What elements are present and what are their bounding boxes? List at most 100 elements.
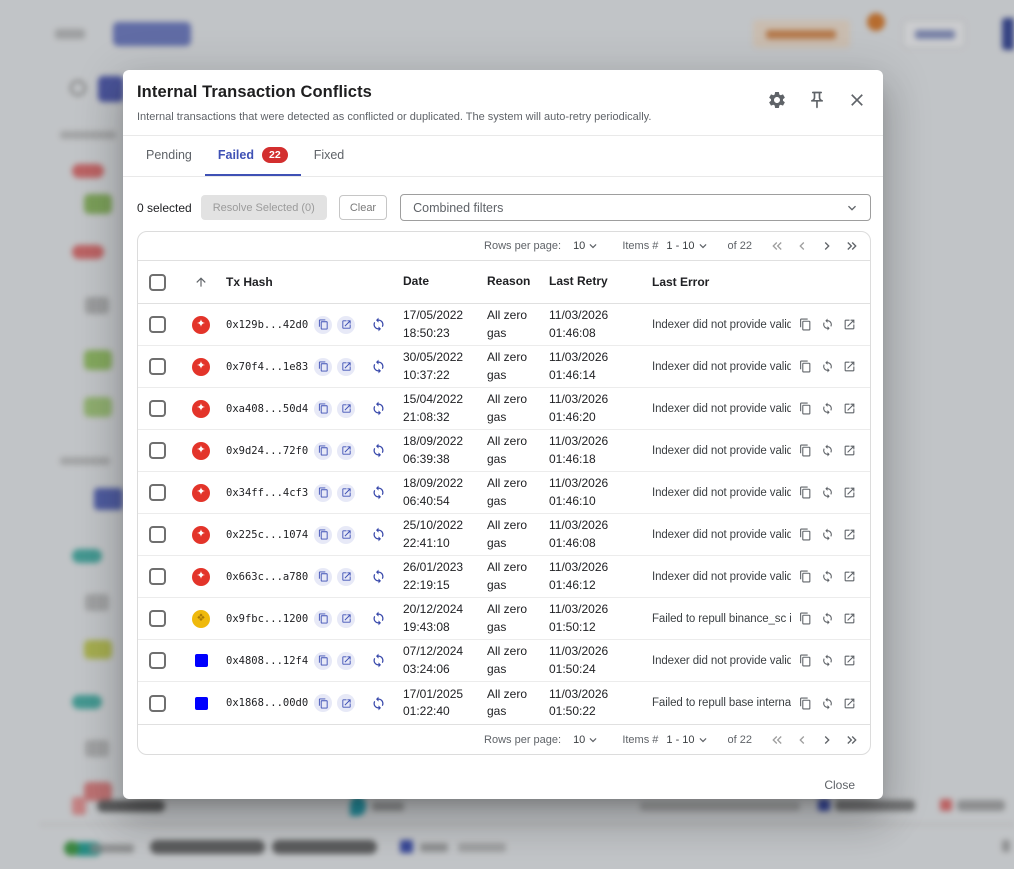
retry-row-button[interactable] <box>821 654 834 667</box>
retry-row-button[interactable] <box>821 570 834 583</box>
copy-hash-button[interactable] <box>314 316 332 334</box>
close-icon-button[interactable] <box>847 90 867 110</box>
open-explorer-button[interactable] <box>337 694 355 712</box>
open-row-button[interactable] <box>843 612 856 625</box>
open-row-button[interactable] <box>843 697 856 710</box>
next-page-button[interactable] <box>814 234 839 258</box>
open-explorer-button[interactable] <box>337 358 355 376</box>
copy-error-button[interactable] <box>799 528 812 541</box>
row-checkbox[interactable] <box>149 526 166 543</box>
retry-transaction-button[interactable] <box>371 317 386 332</box>
open-explorer-button[interactable] <box>337 400 355 418</box>
retry-row-button[interactable] <box>821 360 834 373</box>
pin-button[interactable] <box>807 90 827 110</box>
tab-fixed[interactable]: Fixed <box>301 136 358 176</box>
open-row-button[interactable] <box>843 318 856 331</box>
row-checkbox[interactable] <box>149 695 166 712</box>
open-explorer-button[interactable] <box>337 652 355 670</box>
copy-error-button[interactable] <box>799 360 812 373</box>
copy-hash-button[interactable] <box>314 484 332 502</box>
retry-transaction-button[interactable] <box>371 359 386 374</box>
last-page-button[interactable] <box>839 728 864 752</box>
row-checkbox[interactable] <box>149 442 166 459</box>
retry-transaction-button[interactable] <box>371 696 386 711</box>
last-page-button[interactable] <box>839 234 864 258</box>
row-checkbox[interactable] <box>149 358 166 375</box>
copy-error-button[interactable] <box>799 402 812 415</box>
retry-row-button[interactable] <box>821 528 834 541</box>
rows-per-page-select[interactable]: 10 <box>573 733 600 747</box>
date-cell: 30/05/2022 10:37:22 <box>403 349 487 384</box>
copy-hash-button[interactable] <box>314 568 332 586</box>
copy-hash-button[interactable] <box>314 610 332 628</box>
copy-error-button[interactable] <box>799 570 812 583</box>
copy-icon <box>799 444 812 457</box>
resolve-selected-button[interactable]: Resolve Selected (0) <box>201 195 327 220</box>
external-link-icon <box>843 570 856 583</box>
open-row-button[interactable] <box>843 360 856 373</box>
copy-hash-button[interactable] <box>314 526 332 544</box>
select-all-checkbox[interactable] <box>149 274 166 291</box>
retry-row-button[interactable] <box>821 486 834 499</box>
retry-transaction-button[interactable] <box>371 401 386 416</box>
open-row-button[interactable] <box>843 402 856 415</box>
clear-button[interactable]: Clear <box>339 195 387 220</box>
copy-hash-button[interactable] <box>314 442 332 460</box>
copy-hash-button[interactable] <box>314 652 332 670</box>
time-value: 22:41:10 <box>403 535 487 552</box>
open-explorer-button[interactable] <box>337 442 355 460</box>
close-button[interactable]: Close <box>816 774 863 796</box>
copy-error-button[interactable] <box>799 444 812 457</box>
row-checkbox[interactable] <box>149 316 166 333</box>
retry-transaction-button[interactable] <box>371 653 386 668</box>
retry-row-button[interactable] <box>821 402 834 415</box>
sort-button[interactable] <box>194 275 208 289</box>
open-explorer-button[interactable] <box>337 610 355 628</box>
row-checkbox[interactable] <box>149 400 166 417</box>
rows-per-page-select[interactable]: 10 <box>573 239 600 253</box>
previous-page-button[interactable] <box>789 728 814 752</box>
copy-error-button[interactable] <box>799 612 812 625</box>
chevron-right-icon <box>819 732 835 748</box>
retry-row-button[interactable] <box>821 697 834 710</box>
row-checkbox[interactable] <box>149 484 166 501</box>
first-page-button[interactable] <box>764 234 789 258</box>
copy-hash-button[interactable] <box>314 400 332 418</box>
previous-page-button[interactable] <box>789 234 814 258</box>
retry-row-button[interactable] <box>821 444 834 457</box>
items-range-select[interactable]: 1 - 10 <box>666 733 709 747</box>
open-row-button[interactable] <box>843 486 856 499</box>
next-page-button[interactable] <box>814 728 839 752</box>
copy-hash-button[interactable] <box>314 694 332 712</box>
copy-error-button[interactable] <box>799 697 812 710</box>
row-checkbox[interactable] <box>149 568 166 585</box>
open-row-button[interactable] <box>843 654 856 667</box>
retry-transaction-button[interactable] <box>371 611 386 626</box>
copy-error-button[interactable] <box>799 654 812 667</box>
retry-transaction-button[interactable] <box>371 485 386 500</box>
copy-error-button[interactable] <box>799 318 812 331</box>
open-explorer-button[interactable] <box>337 568 355 586</box>
row-checkbox[interactable] <box>149 610 166 627</box>
items-range-select[interactable]: 1 - 10 <box>666 239 709 253</box>
external-link-icon <box>843 318 856 331</box>
settings-button[interactable] <box>767 90 787 110</box>
first-page-button[interactable] <box>764 728 789 752</box>
open-row-button[interactable] <box>843 444 856 457</box>
copy-error-button[interactable] <box>799 486 812 499</box>
tab-pending[interactable]: Pending <box>133 136 205 176</box>
retry-transaction-button[interactable] <box>371 527 386 542</box>
copy-hash-button[interactable] <box>314 358 332 376</box>
open-explorer-button[interactable] <box>337 526 355 544</box>
open-row-button[interactable] <box>843 570 856 583</box>
retry-row-button[interactable] <box>821 318 834 331</box>
retry-transaction-button[interactable] <box>371 443 386 458</box>
open-explorer-button[interactable] <box>337 484 355 502</box>
open-explorer-button[interactable] <box>337 316 355 334</box>
retry-transaction-button[interactable] <box>371 569 386 584</box>
open-row-button[interactable] <box>843 528 856 541</box>
tab-failed[interactable]: Failed 22 <box>205 136 301 176</box>
row-checkbox[interactable] <box>149 652 166 669</box>
retry-row-button[interactable] <box>821 612 834 625</box>
combined-filters-select[interactable]: Combined filters <box>400 194 871 221</box>
